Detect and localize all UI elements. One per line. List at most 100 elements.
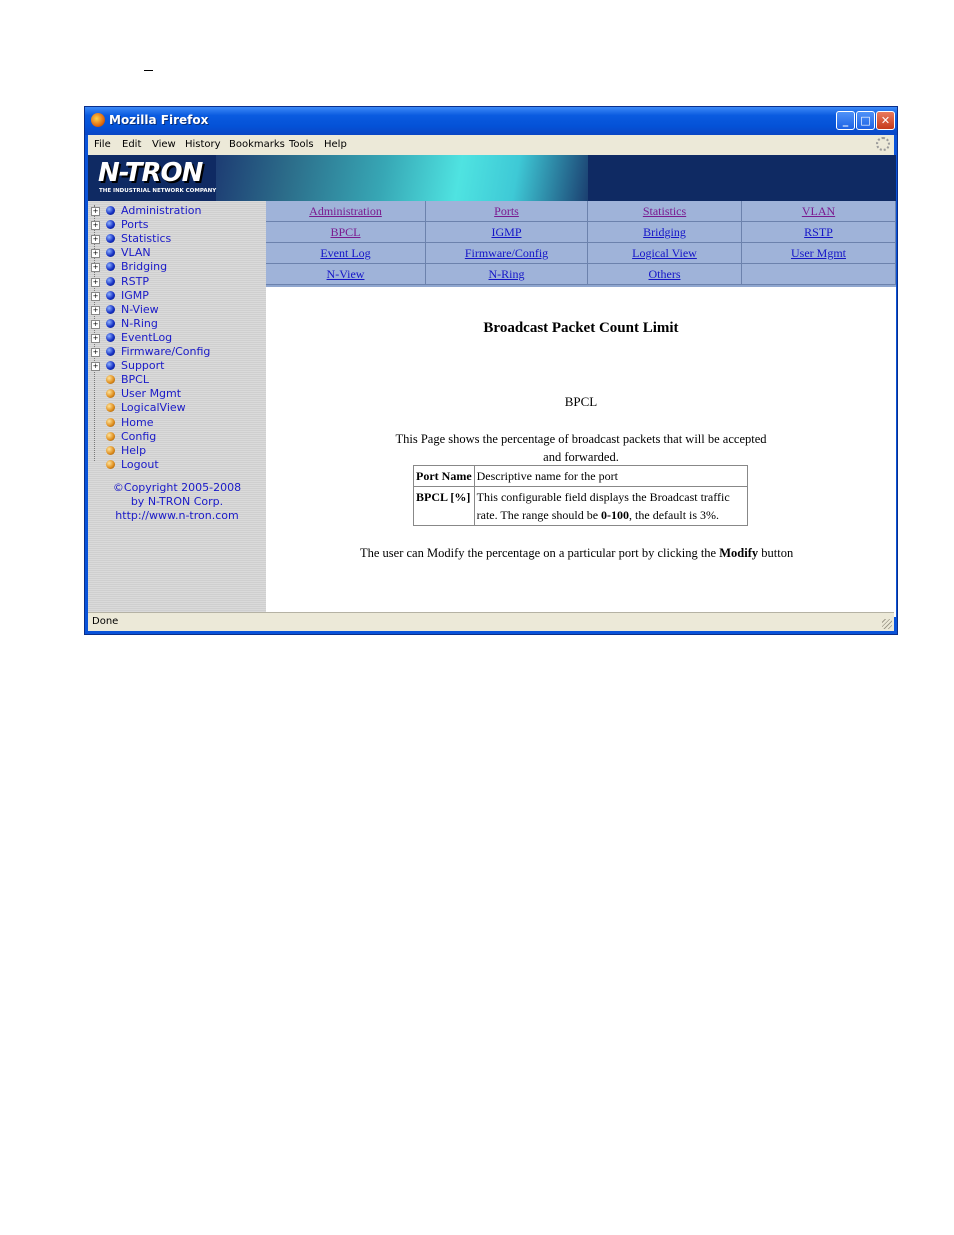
nav-cell[interactable]: RSTP (742, 222, 896, 243)
folder-node-icon (106, 361, 115, 371)
logo-tagline: THE INDUSTRIAL NETWORK COMPANY (99, 188, 217, 194)
sidebar-item-label: Config (121, 429, 157, 443)
nav-link[interactable]: Logical View (632, 246, 697, 260)
page-node-icon (106, 375, 115, 385)
logo-text: N-TRON (98, 158, 203, 188)
nav-cell[interactable]: Statistics (588, 201, 742, 222)
folder-node-icon (106, 262, 115, 272)
title-bar[interactable]: Mozilla Firefox _ □ ✕ (85, 107, 897, 135)
top-nav-grid: Administration Ports Statistics VLAN BPCL IGM… (266, 201, 896, 287)
menu-edit[interactable]: Edit (122, 139, 141, 150)
nav-cell[interactable]: BPCL (266, 222, 426, 243)
sidebar-item-label: Administration (121, 204, 202, 217)
nav-cell[interactable]: N-View (266, 264, 426, 285)
expand-plus-icon[interactable]: + (91, 305, 100, 315)
nav-cell[interactable]: Ports (426, 201, 588, 222)
nav-link[interactable]: BPCL (330, 225, 360, 239)
nav-link[interactable]: Bridging (643, 225, 686, 239)
folder-node-icon (106, 332, 115, 342)
menu-history[interactable]: History (185, 139, 221, 150)
nav-link[interactable]: VLAN (802, 204, 835, 218)
expand-plus-icon[interactable]: + (91, 207, 100, 216)
field-name: Port Name (413, 465, 475, 487)
sidebar-item-label: Logout (121, 457, 159, 471)
nav-cell[interactable]: IGMP (426, 222, 588, 243)
nav-link[interactable]: Firmware/Config (465, 246, 548, 260)
copyright-url[interactable]: http://www.n-tron.com (88, 509, 266, 523)
sidebar-item-label: EventLog (121, 330, 173, 344)
field-description: Descriptive name for the port (473, 465, 749, 487)
close-button[interactable]: ✕ (876, 111, 895, 130)
expand-plus-icon[interactable]: + (91, 291, 100, 301)
page-viewport: N-TRON THE INDUSTRIAL NETWORK COMPANY ©C… (88, 155, 896, 617)
nav-cell[interactable]: Logical View (588, 243, 742, 264)
menu-help[interactable]: Help (324, 139, 347, 150)
page-node-icon (106, 403, 115, 413)
menu-file[interactable]: File (94, 139, 111, 150)
expand-plus-icon[interactable]: + (91, 362, 100, 372)
nav-cell[interactable]: Others (588, 264, 742, 285)
sidebar-item-label: IGMP (121, 288, 149, 302)
nav-link[interactable]: N-Ring (489, 267, 525, 281)
menu-tools[interactable]: Tools (289, 139, 314, 150)
nav-link[interactable]: Event Log (320, 246, 370, 260)
folder-node-icon (106, 318, 115, 328)
nav-link[interactable]: IGMP (491, 225, 521, 239)
table-row: Port Name Descriptive name for the port (413, 465, 749, 487)
sidebar-item-label: Firmware/Config (121, 345, 211, 358)
nav-cell[interactable]: VLAN (742, 201, 896, 222)
status-bar: Done (88, 612, 894, 631)
nav-cell[interactable]: N-Ring (426, 264, 588, 285)
sidebar-item-label: User Mgmt (121, 387, 182, 401)
expand-plus-icon[interactable]: + (91, 333, 100, 343)
nav-cell[interactable]: User Mgmt (742, 243, 896, 264)
nav-cell[interactable]: Event Log (266, 243, 426, 264)
sidebar-item-label: Ports (121, 218, 149, 232)
nav-link[interactable]: Others (649, 267, 681, 281)
expand-plus-icon[interactable]: + (91, 319, 100, 329)
nav-cell[interactable]: Administration (266, 201, 426, 222)
page-node-icon (106, 417, 115, 427)
nav-link[interactable]: RSTP (804, 225, 833, 239)
nav-link[interactable]: User Mgmt (791, 246, 846, 260)
menu-bar: File Edit View History Bookmarks Tools H… (88, 135, 894, 155)
page-subtitle: BPCL (564, 394, 598, 409)
sidebar-item-label: N-View (121, 302, 159, 316)
nav-link[interactable]: N-View (327, 267, 365, 281)
expand-plus-icon[interactable]: + (91, 277, 100, 287)
expand-plus-icon[interactable]: + (91, 348, 100, 357)
menu-bookmarks[interactable]: Bookmarks (229, 139, 285, 150)
maximize-button[interactable]: □ (856, 111, 875, 130)
nav-link[interactable]: Ports (494, 204, 519, 218)
sidebar-tree: ©Copyright 2005-2008 by N-TRON Corp. htt… (88, 201, 266, 617)
expand-plus-icon[interactable]: + (91, 263, 100, 273)
menu-view[interactable]: View (152, 139, 176, 150)
folder-node-icon (106, 304, 115, 314)
sidebar-item-label: Bridging (121, 260, 168, 274)
main-content: Administration Ports Statistics VLAN BPCL IGM… (266, 201, 896, 617)
expand-plus-icon[interactable]: + (91, 249, 100, 259)
description-line: This Page shows the percentage of broadc… (395, 432, 767, 446)
sidebar-item-label: Home (121, 415, 154, 429)
field-description: This configurable field displays the Bro… (473, 486, 749, 526)
window-client: File Edit View History Bookmarks Tools H… (88, 135, 896, 631)
folder-node-icon (106, 347, 115, 356)
nav-link[interactable]: Statistics (643, 204, 686, 218)
nav-link[interactable]: Administration (309, 204, 382, 218)
field-description-table: Port Name Descriptive name for the port … (413, 465, 749, 526)
browser-window: Mozilla Firefox _ □ ✕ File Edit View His… (84, 106, 898, 635)
page-dash-mark (144, 70, 153, 71)
expand-plus-icon[interactable]: + (91, 235, 100, 245)
nav-cell[interactable]: Bridging (588, 222, 742, 243)
copyright-company: by N-TRON Corp. (130, 495, 224, 508)
firefox-icon (91, 113, 105, 127)
expand-plus-icon[interactable]: + (91, 221, 100, 231)
field-name: BPCL [%] (413, 486, 475, 526)
status-text: Done (92, 616, 119, 627)
minimize-button[interactable]: _ (836, 111, 855, 130)
nav-cell (742, 264, 896, 285)
description-line: and forwarded. (543, 450, 619, 464)
resize-grip-icon[interactable] (882, 619, 892, 629)
nav-cell[interactable]: Firmware/Config (426, 243, 588, 264)
page-node-icon (106, 431, 115, 441)
